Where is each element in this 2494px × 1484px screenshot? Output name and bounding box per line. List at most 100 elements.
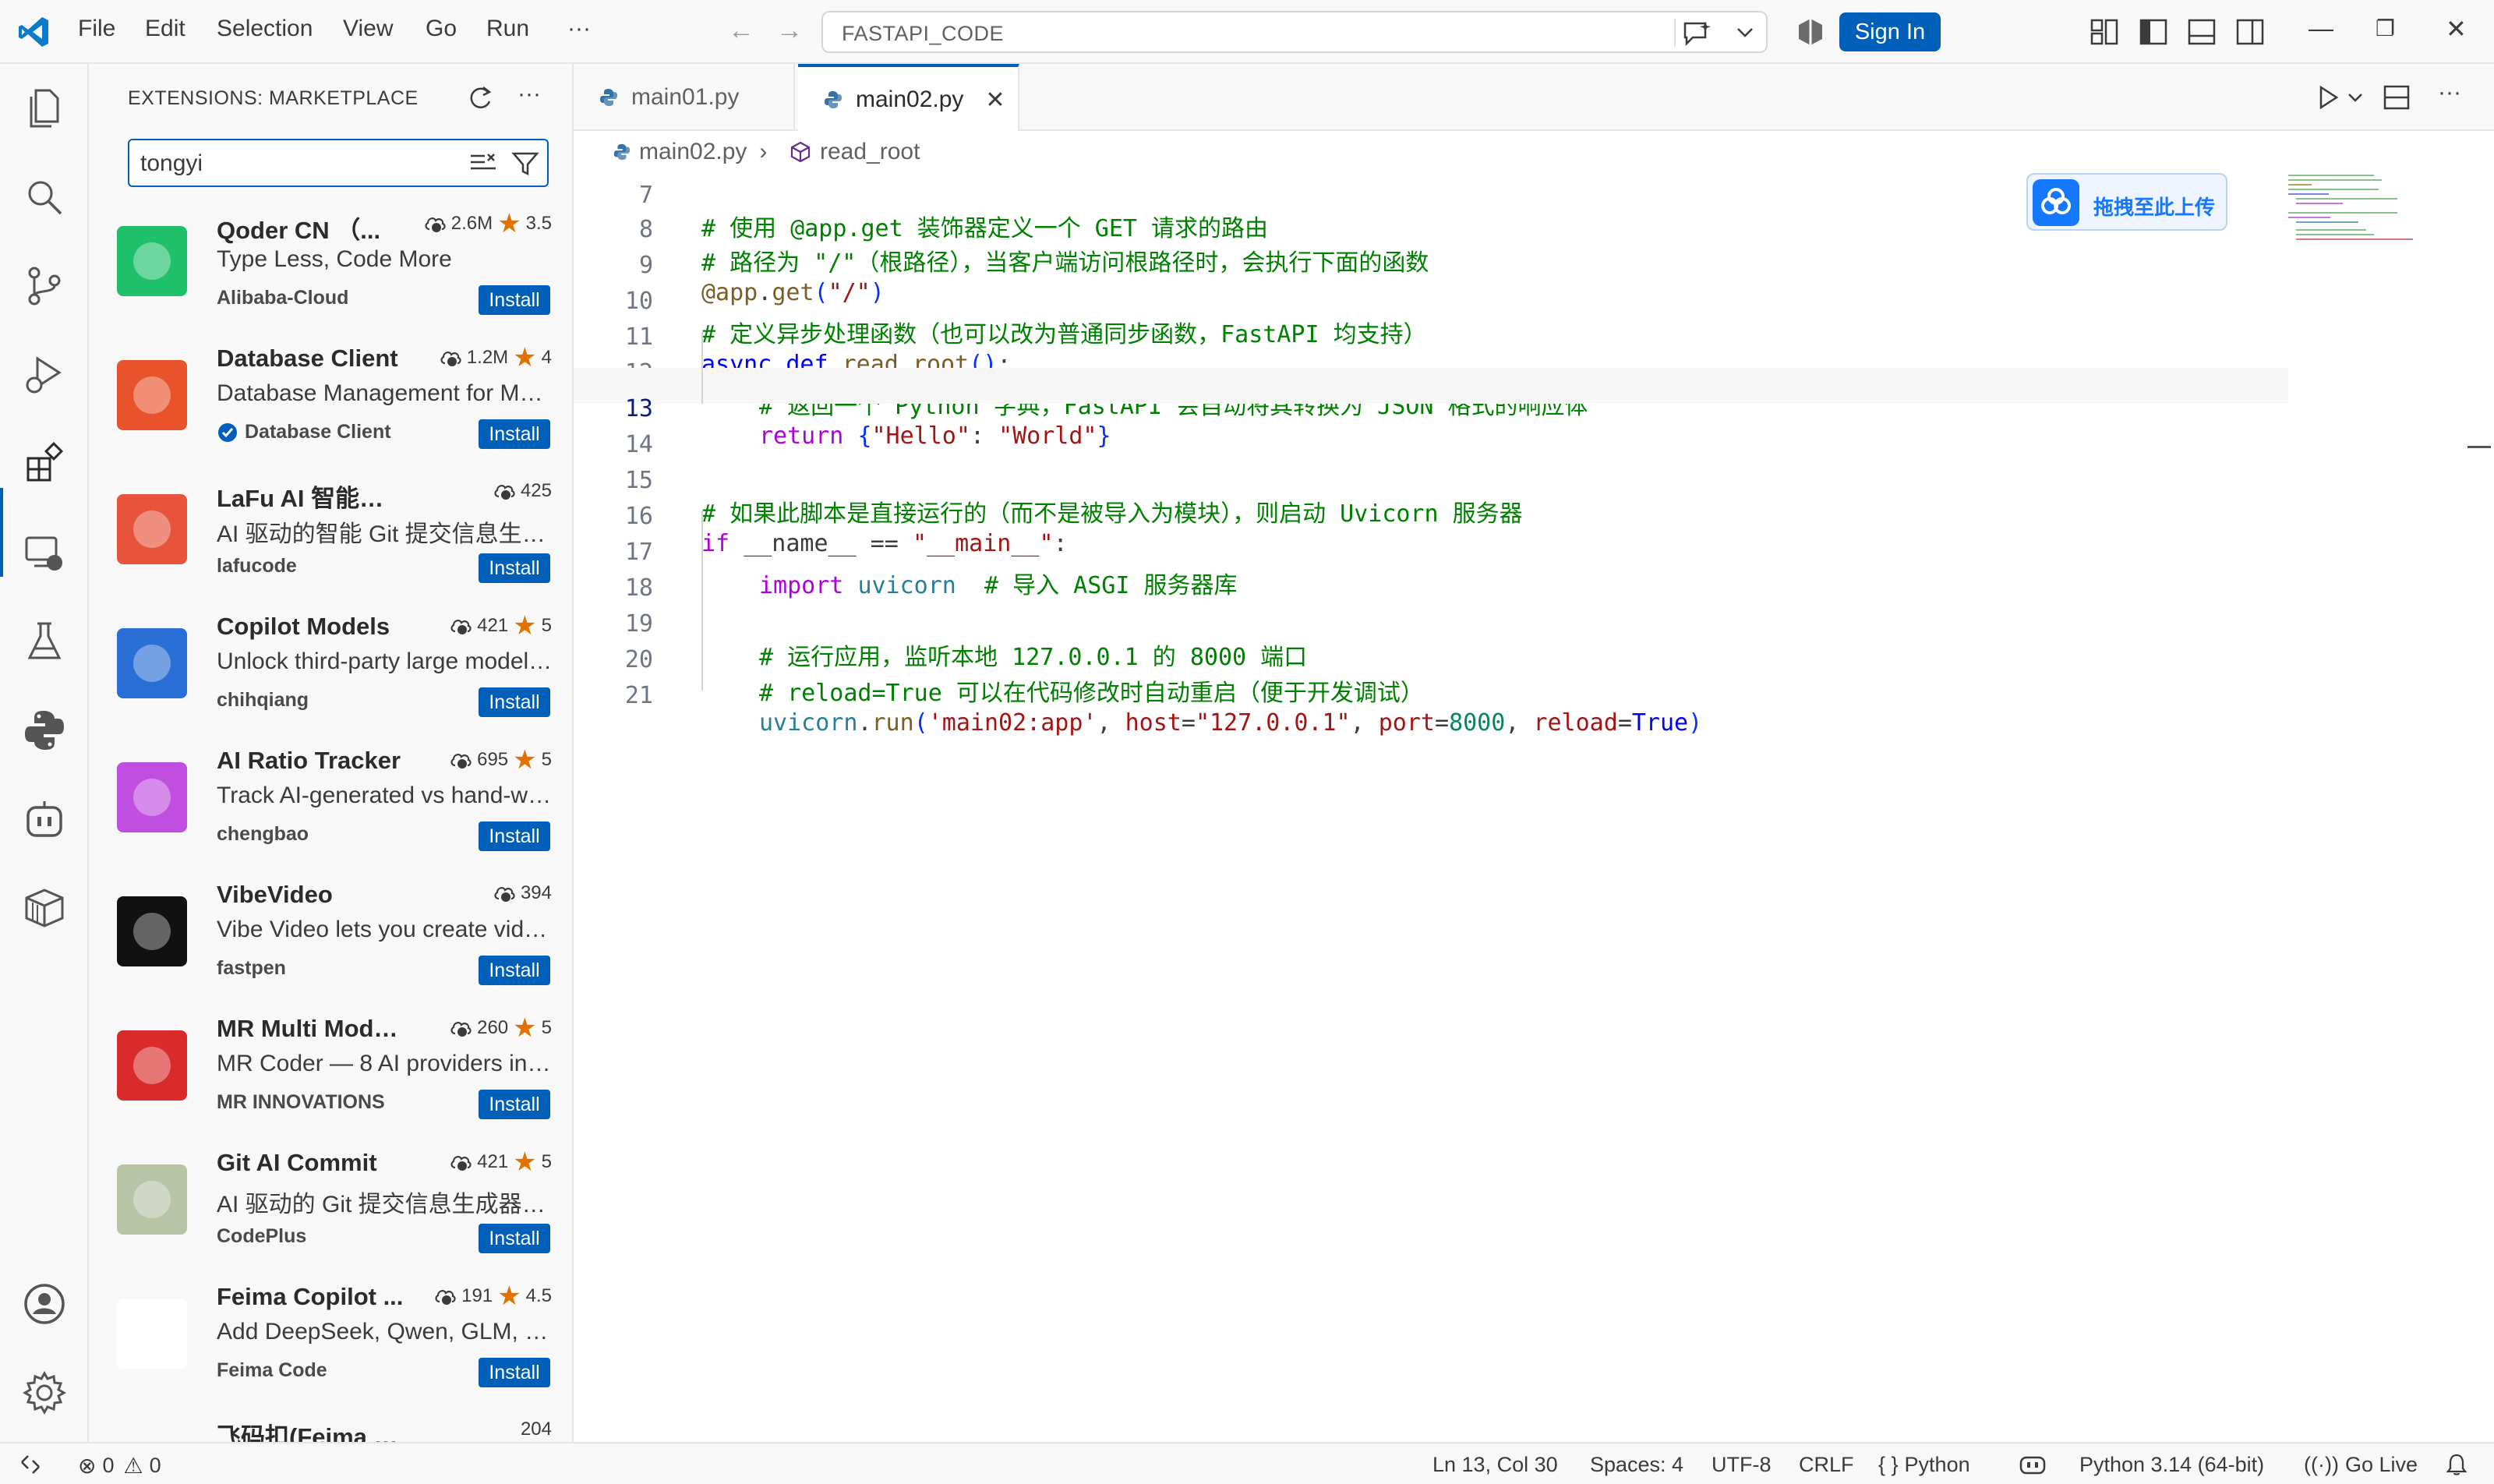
extensions-search-input[interactable] xyxy=(140,148,436,179)
testing-icon[interactable] xyxy=(22,619,67,664)
clear-filter-icon[interactable] xyxy=(469,151,497,176)
problems-indicator[interactable]: ⊗ 0 ⚠ 0 xyxy=(78,1453,161,1479)
extension-publisher-name: Feima Code xyxy=(217,1359,327,1381)
restore-window-icon[interactable]: ❐ xyxy=(2376,16,2395,41)
more-actions-icon[interactable]: ··· xyxy=(518,81,541,108)
settings-gear-icon[interactable] xyxy=(22,1370,67,1415)
explorer-icon[interactable] xyxy=(22,86,67,131)
extension-item[interactable]: LaFu AI 智能提交 425 AI 驱动的智能 Git 提交信息生成工具 l… xyxy=(89,479,572,613)
status-bar: ⊗ 0 ⚠ 0 Ln 13, Col 30 Spaces: 4 UTF-8 CR… xyxy=(0,1442,2494,1484)
breadcrumb-symbol[interactable]: read_root xyxy=(789,139,920,165)
extensions-icon[interactable] xyxy=(22,441,67,486)
python-icon[interactable] xyxy=(22,708,67,753)
extensions-search-box[interactable] xyxy=(128,139,549,187)
sidebar-title: EXTENSIONS: MARKETPLACE xyxy=(128,87,419,109)
extension-logo-icon xyxy=(117,1030,187,1101)
python-interpreter[interactable]: Python 3.14 (64-bit) xyxy=(2079,1453,2264,1477)
search-icon[interactable] xyxy=(22,175,67,220)
customize-layout-icon[interactable] xyxy=(2089,16,2121,48)
drag-upload-badge[interactable]: 拖拽至此上传 xyxy=(2026,173,2227,231)
menu-edit[interactable]: Edit xyxy=(145,16,185,42)
install-button[interactable]: Install xyxy=(479,956,550,985)
code-editor[interactable]: 7 # 使用 @app.get 装饰器定义一个 GET 请求的路由 8 # 路径… xyxy=(574,173,2288,1442)
close-tab-icon[interactable]: ✕ xyxy=(985,87,1005,114)
copilot-icon[interactable] xyxy=(1794,16,1827,48)
notifications[interactable] xyxy=(2446,1453,2468,1476)
download-cloud-icon xyxy=(425,217,446,232)
extension-logo-icon xyxy=(117,494,187,564)
split-editor-icon[interactable] xyxy=(2382,83,2411,112)
extension-item[interactable]: Feima Copilot ... 191 ★ 4.5 Add DeepSeek,… xyxy=(89,1283,572,1417)
editor-more-actions-icon[interactable]: ··· xyxy=(2438,80,2461,106)
star-icon: ★ xyxy=(513,1147,537,1177)
cursor-position[interactable]: Ln 13, Col 30 xyxy=(1432,1453,1558,1477)
breadcrumb-file[interactable]: main02.py › xyxy=(613,139,767,165)
minimap[interactable] xyxy=(2288,173,2421,243)
remote-explorer-icon[interactable] xyxy=(22,530,67,575)
download-cloud-icon xyxy=(440,352,461,366)
indentation[interactable]: Spaces: 4 xyxy=(1590,1453,1683,1477)
extension-publisher: MR INNOVATIONS xyxy=(217,1091,385,1114)
accounts-icon[interactable] xyxy=(22,1281,67,1327)
filter-icon[interactable] xyxy=(511,150,539,178)
menu-selection[interactable]: Selection xyxy=(217,16,313,42)
extension-publisher-name: CodePlus xyxy=(217,1225,307,1247)
language-mode[interactable]: { } Python xyxy=(1878,1453,1970,1477)
code-line-17: 17 import uvicorn # 导入 ASGI 服务器库 xyxy=(624,539,1238,599)
extension-item[interactable]: AI Ratio Tracker 695 ★ 5 Track AI-generat… xyxy=(89,747,572,881)
copilot-status[interactable] xyxy=(2019,1453,2047,1476)
run-and-debug-icon[interactable] xyxy=(22,352,67,398)
nav-forward-icon[interactable]: → xyxy=(776,16,803,46)
install-button[interactable]: Install xyxy=(479,553,550,583)
language-label: Python xyxy=(1904,1453,1970,1476)
install-button[interactable]: Install xyxy=(479,285,550,315)
menu-view[interactable]: View xyxy=(343,16,393,42)
extension-publisher: chengbao xyxy=(217,823,309,846)
extension-item[interactable]: VibeVideo 394 Vibe Video lets you create… xyxy=(89,881,572,1015)
toggle-primary-sidebar-icon[interactable] xyxy=(2137,16,2170,48)
extension-item[interactable]: MR Multi Mode... 260 ★ 5 MR Coder — 8 AI … xyxy=(89,1015,572,1149)
menu-go[interactable]: Go xyxy=(426,16,457,42)
run-dropdown-chevron-icon[interactable] xyxy=(2347,92,2363,103)
run-python-file-icon[interactable] xyxy=(2315,84,2341,111)
go-live[interactable]: ((·)) Go Live xyxy=(2304,1453,2418,1477)
extension-name: MR Multi Mode... xyxy=(217,1015,404,1042)
package-icon[interactable] xyxy=(22,885,67,931)
toggle-panel-icon[interactable] xyxy=(2185,16,2218,48)
install-button[interactable]: Install xyxy=(479,1090,550,1119)
extension-item[interactable]: Git AI Commit 421 ★ 5 AI 驱动的 Git 提交信息生成器，… xyxy=(89,1149,572,1283)
extension-description: Vibe Video lets you create videos xyxy=(217,917,553,942)
extension-description: Track AI-generated vs hand-written code xyxy=(217,783,553,808)
command-center[interactable]: FASTAPI_CODE xyxy=(821,11,1768,53)
close-window-icon[interactable]: ✕ xyxy=(2446,14,2467,44)
install-button[interactable]: Install xyxy=(479,419,550,449)
menu-more[interactable]: ··· xyxy=(567,16,591,42)
extension-item[interactable]: Database Client 1.2M ★ 4 Database Managem… xyxy=(89,344,572,479)
tab-main02[interactable]: main02.py ✕ xyxy=(798,64,1019,132)
sign-in-button[interactable]: Sign In xyxy=(1839,12,1941,51)
menu-file[interactable]: File xyxy=(78,16,115,42)
menu-run[interactable]: Run xyxy=(486,16,529,42)
chevron-down-icon[interactable] xyxy=(1736,26,1754,39)
star-icon: ★ xyxy=(513,745,537,775)
install-button[interactable]: Install xyxy=(479,687,550,717)
ai-assistant-icon[interactable] xyxy=(22,797,67,842)
install-button[interactable]: Install xyxy=(479,822,550,851)
extension-item-partial[interactable]: 飞码扣(Feima code) 204 xyxy=(89,1417,572,1442)
refresh-icon[interactable] xyxy=(466,84,494,112)
source-control-icon[interactable] xyxy=(22,263,67,309)
install-button[interactable]: Install xyxy=(479,1358,550,1387)
nav-back-icon[interactable]: ← xyxy=(728,16,754,46)
tab-main01[interactable]: main01.py xyxy=(574,64,795,131)
encoding[interactable]: UTF-8 xyxy=(1712,1453,1772,1477)
remote-indicator[interactable] xyxy=(19,1453,42,1476)
extension-item[interactable]: Copilot Models 421 ★ 5 Unlock third-party… xyxy=(89,613,572,747)
extension-name: Database Client xyxy=(217,344,398,372)
extension-item[interactable]: Qoder CN （... 2.6M ★ 3.5 Type Less, Code … xyxy=(89,210,572,344)
extension-name: 飞码扣(Feima code) xyxy=(217,1423,404,1442)
end-of-line[interactable]: CRLF xyxy=(1799,1453,1854,1477)
minimize-window-icon[interactable]: — xyxy=(2309,14,2333,43)
install-button[interactable]: Install xyxy=(479,1224,550,1253)
toggle-secondary-sidebar-icon[interactable] xyxy=(2234,16,2266,48)
copilot-chat-icon[interactable] xyxy=(1682,20,1712,47)
